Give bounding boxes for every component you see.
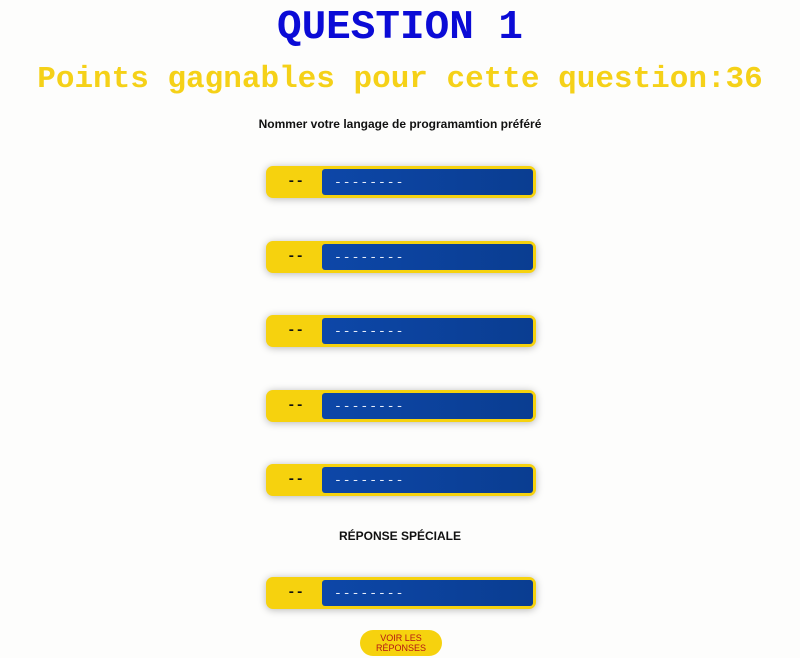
answer-points: -- — [287, 585, 304, 601]
answer-text: -------- — [322, 580, 533, 606]
points-available: Points gagnables pour cette question:36 — [37, 62, 763, 97]
quiz-page: QUESTION 1 Points gagnables pour cette q… — [0, 0, 800, 658]
answer-text: -------- — [322, 169, 533, 195]
answer-text: -------- — [322, 393, 533, 419]
special-answer-slot[interactable]: -- -------- — [266, 577, 536, 609]
answer-points: -- — [287, 323, 304, 339]
answer-text: -------- — [322, 467, 533, 493]
show-answers-button[interactable]: VOIR LES RÉPONSES — [360, 630, 442, 656]
question-prompt: Nommer votre langage de programamtion pr… — [258, 117, 542, 131]
special-answer-label: RÉPONSE SPÉCIALE — [338, 529, 462, 543]
answer-slot-4[interactable]: -- -------- — [266, 390, 536, 422]
answer-points: -- — [287, 174, 304, 190]
answer-text: -------- — [322, 318, 533, 344]
answer-text: -------- — [322, 244, 533, 270]
answer-slot-1[interactable]: -- -------- — [266, 166, 536, 198]
answer-slot-3[interactable]: -- -------- — [266, 315, 536, 347]
answer-points: -- — [287, 472, 304, 488]
question-title: QUESTION 1 — [276, 5, 524, 51]
answer-slot-5[interactable]: -- -------- — [266, 464, 536, 496]
answer-points: -- — [287, 398, 304, 414]
answer-slot-2[interactable]: -- -------- — [266, 241, 536, 273]
answer-points: -- — [287, 249, 304, 265]
